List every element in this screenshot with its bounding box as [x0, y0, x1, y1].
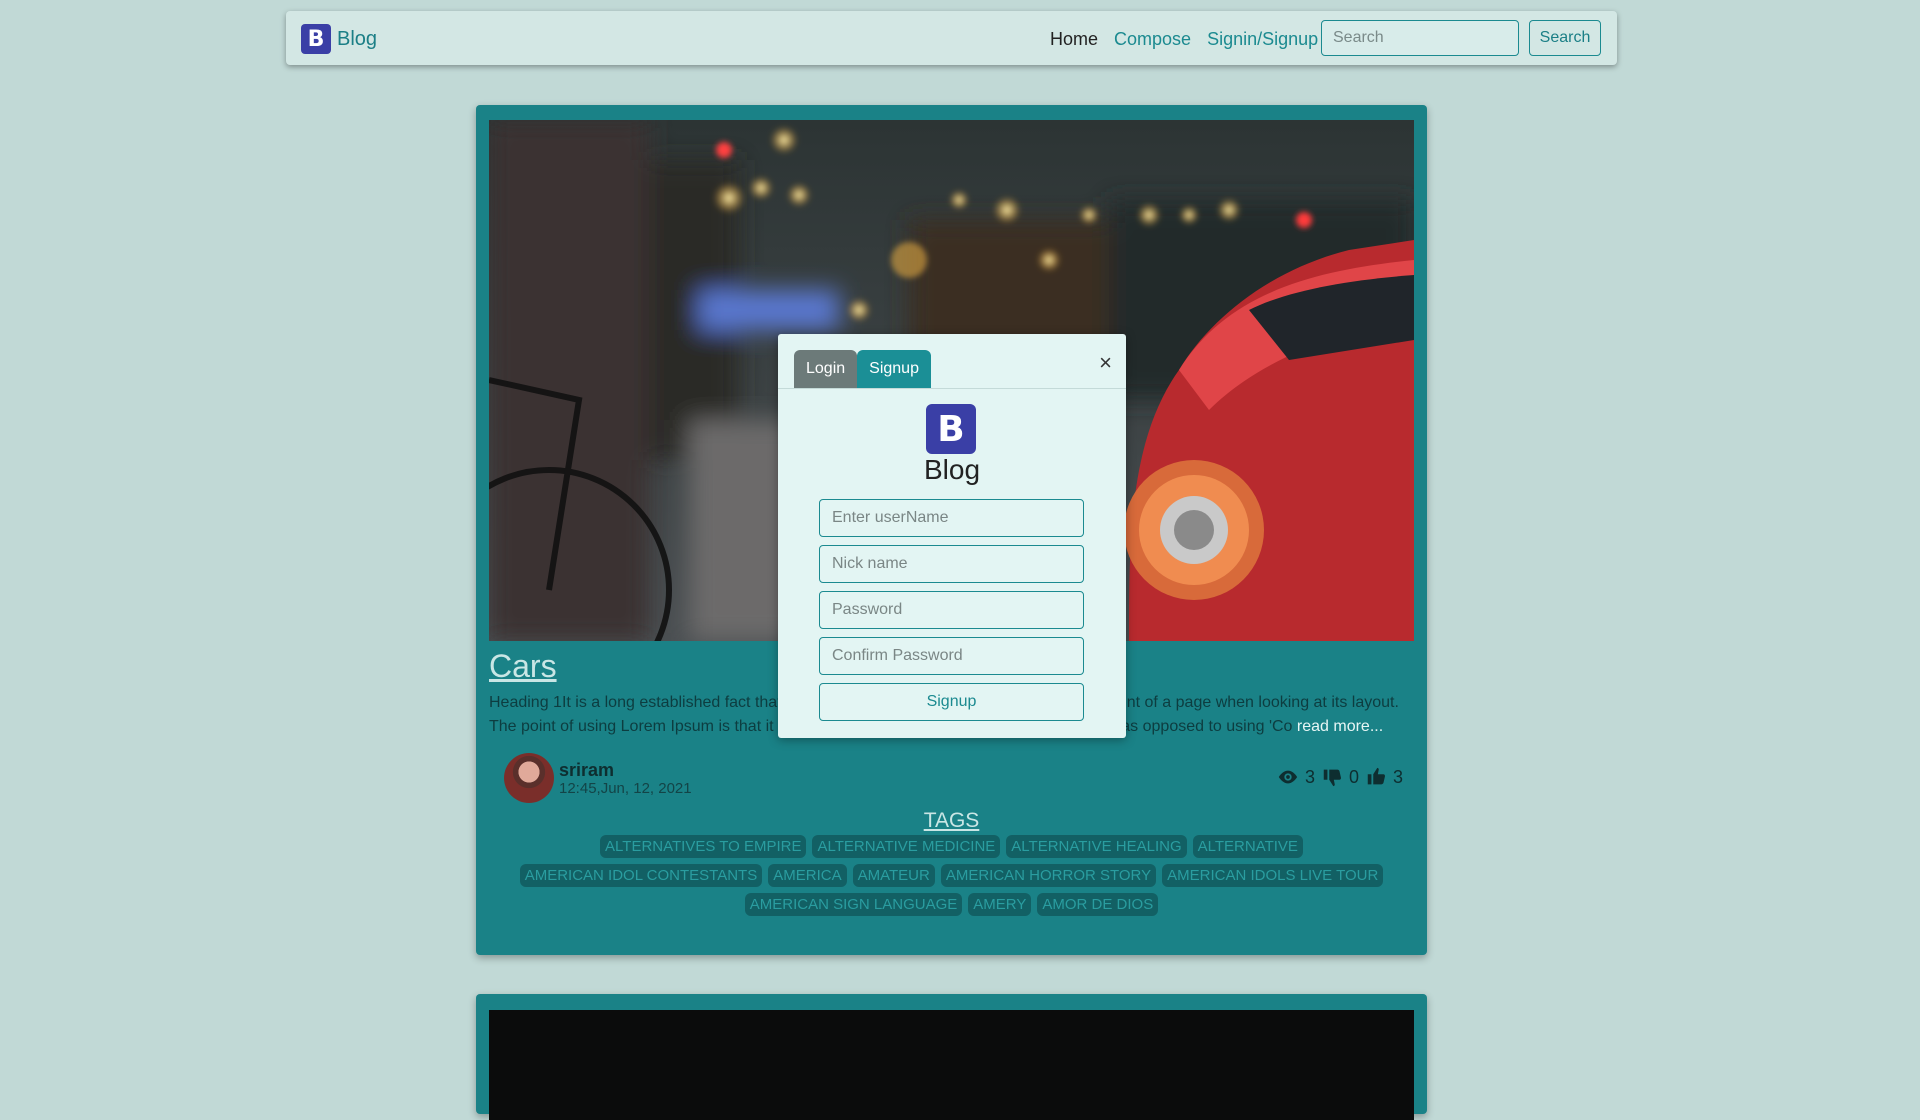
- auth-modal: Login Signup × B Blog Signup: [778, 334, 1126, 738]
- tab-signup[interactable]: Signup: [857, 350, 931, 388]
- close-icon[interactable]: ×: [1099, 350, 1112, 376]
- modal-brand: Blog: [923, 454, 981, 485]
- username-field[interactable]: [819, 499, 1084, 537]
- modal-tabs: Login Signup: [794, 350, 931, 388]
- tab-login[interactable]: Login: [794, 350, 858, 388]
- confirm-password-field[interactable]: [819, 637, 1084, 675]
- signup-button[interactable]: Signup: [819, 683, 1084, 721]
- nickname-field[interactable]: [819, 545, 1084, 583]
- password-field[interactable]: [819, 591, 1084, 629]
- modal-divider: [778, 388, 1126, 389]
- modal-logo-icon: B: [926, 404, 976, 454]
